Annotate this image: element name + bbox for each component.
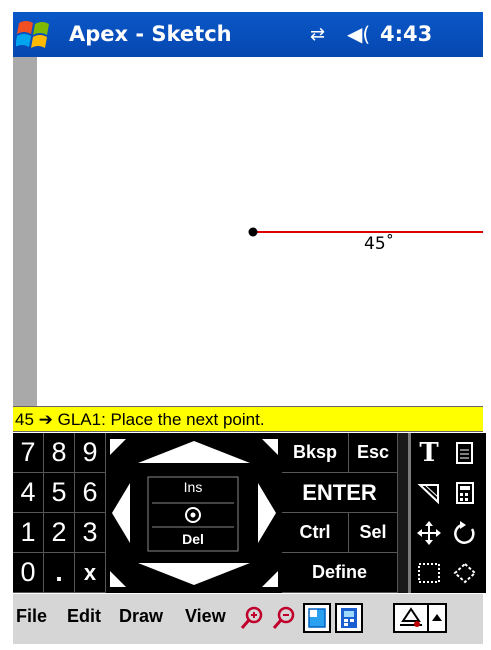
tool-palette: T — [408, 433, 486, 593]
enter-key[interactable]: ENTER — [282, 473, 398, 513]
calculator-icon[interactable] — [447, 473, 483, 513]
menu-view[interactable]: View — [185, 606, 226, 627]
windows-start-icon[interactable] — [15, 17, 52, 53]
key-x[interactable]: x — [75, 553, 106, 593]
sketch-canvas[interactable]: 45˚ — [13, 57, 483, 406]
up-arrow-icon[interactable] — [138, 441, 250, 463]
menu-edit[interactable]: Edit — [67, 606, 101, 627]
del-key[interactable]: Del — [148, 531, 238, 547]
move-icon[interactable] — [411, 513, 447, 553]
input-panel-icon[interactable] — [393, 603, 429, 633]
up-right-diagonal-icon[interactable] — [262, 439, 278, 455]
key-decimal[interactable]: . — [44, 553, 75, 593]
key-6[interactable]: 6 — [75, 473, 106, 513]
sketch-point[interactable] — [248, 227, 258, 237]
nav-arrows — [110, 439, 278, 587]
menu-file[interactable]: File — [16, 606, 47, 627]
define-key[interactable]: Define — [282, 553, 398, 593]
app-title: Apex - Sketch — [69, 22, 232, 46]
up-left-diagonal-icon[interactable] — [110, 439, 126, 455]
sketch-drawing-area[interactable]: 45˚ — [37, 57, 483, 406]
right-arrow-icon[interactable] — [258, 483, 276, 543]
menu-bar: File Edit Draw View — [13, 593, 483, 644]
sketch-svg — [248, 227, 483, 237]
device-view-icon[interactable] — [335, 603, 363, 633]
nav-block: Ins Del — [106, 433, 282, 593]
connectivity-icon[interactable]: ⇄ — [310, 24, 325, 45]
menu-draw[interactable]: Draw — [119, 606, 163, 627]
text-tool-icon[interactable]: T — [411, 433, 447, 473]
key-3[interactable]: 3 — [75, 513, 106, 553]
down-arrow-icon[interactable] — [138, 563, 250, 585]
keypad: 7 8 9 4 5 6 1 2 3 0 . x Ins Del Bksp Esc… — [13, 433, 486, 593]
sel-key[interactable]: Sel — [349, 513, 398, 553]
key-5[interactable]: 5 — [44, 473, 75, 513]
page-tool-icon[interactable] — [447, 433, 483, 473]
bksp-key[interactable]: Bksp — [282, 433, 349, 473]
key-2[interactable]: 2 — [44, 513, 75, 553]
zoom-out-icon[interactable] — [270, 603, 298, 633]
zoom-in-icon[interactable] — [238, 603, 266, 633]
rotate-icon[interactable] — [447, 513, 483, 553]
esc-key[interactable]: Esc — [349, 433, 398, 473]
key-0[interactable]: 0 — [13, 553, 44, 593]
angle-label: 45˚ — [364, 234, 395, 254]
key-9[interactable]: 9 — [75, 433, 106, 473]
down-left-diagonal-icon[interactable] — [110, 571, 126, 587]
key-8[interactable]: 8 — [44, 433, 75, 473]
page-view-icon[interactable] — [303, 603, 331, 633]
command-prompt: 45 ➔ GLA1: Place the next point. — [13, 406, 483, 432]
title-bar: Apex - Sketch ⇄ ◀︎( 4:43 — [13, 12, 483, 57]
key-4[interactable]: 4 — [13, 473, 44, 513]
input-panel-toggle-button[interactable] — [429, 603, 447, 633]
clock[interactable]: 4:43 — [380, 20, 432, 48]
key-7[interactable]: 7 — [13, 433, 44, 473]
down-right-diagonal-icon[interactable] — [262, 571, 278, 587]
reshape-icon[interactable] — [447, 553, 483, 593]
volume-icon[interactable]: ◀︎( — [347, 22, 370, 46]
angle-tool-icon[interactable] — [411, 473, 447, 513]
key-1[interactable]: 1 — [13, 513, 44, 553]
ins-key[interactable]: Ins — [148, 479, 238, 495]
selection-rect-icon[interactable] — [411, 553, 447, 593]
ctrl-key[interactable]: Ctrl — [282, 513, 349, 553]
left-arrow-icon[interactable] — [112, 483, 130, 543]
